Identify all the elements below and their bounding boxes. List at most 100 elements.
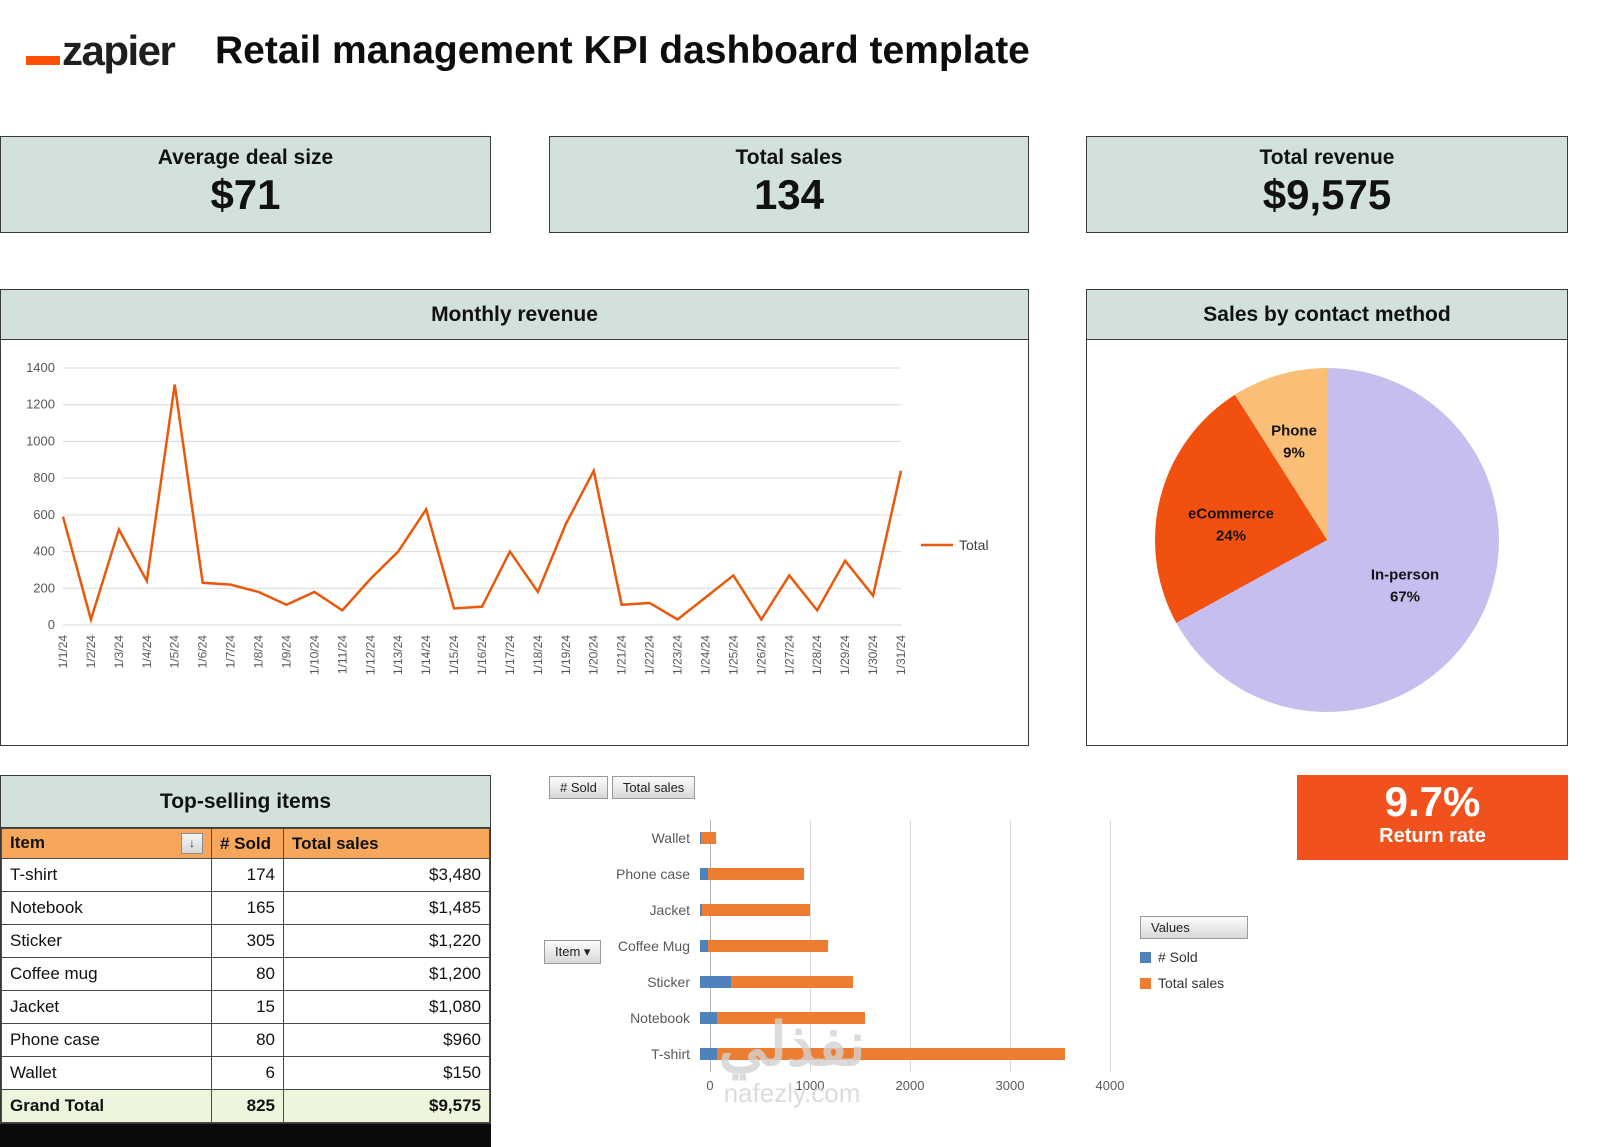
svg-text:1/12/24: 1/12/24 bbox=[363, 635, 377, 675]
sold-cell[interactable]: 6 bbox=[212, 1057, 284, 1090]
hbar-category-label: Jacket bbox=[540, 902, 700, 918]
svg-text:400: 400 bbox=[33, 544, 55, 559]
legend-items: # Sold Total sales bbox=[1140, 949, 1248, 991]
hbar-rows: Wallet Phone case Jacket Coffee Mug Sticker N… bbox=[540, 820, 1110, 1072]
pie-label-pct: 9% bbox=[1271, 442, 1317, 464]
page-title: Retail management KPI dashboard template bbox=[215, 30, 1030, 73]
pivot-sold-button[interactable]: # Sold bbox=[549, 776, 608, 799]
hbar-row-notebook: Notebook bbox=[540, 1000, 1110, 1036]
svg-text:1/8/24: 1/8/24 bbox=[252, 635, 266, 669]
svg-text:1/28/24: 1/28/24 bbox=[810, 635, 824, 675]
svg-text:0: 0 bbox=[48, 617, 55, 632]
hbar-category-label: Coffee Mug bbox=[540, 938, 700, 954]
svg-text:1/22/24: 1/22/24 bbox=[643, 635, 657, 675]
sales-cell[interactable]: $960 bbox=[284, 1024, 490, 1057]
hbar-category-label: Sticker bbox=[540, 974, 700, 990]
hbar-track bbox=[700, 976, 1100, 988]
hbar-segment--sold[interactable] bbox=[700, 976, 731, 988]
sales-cell[interactable]: $150 bbox=[284, 1057, 490, 1090]
monthly-revenue-title: Monthly revenue bbox=[1, 290, 1028, 340]
svg-text:1/26/24: 1/26/24 bbox=[754, 635, 768, 675]
hbar-row-phone-case: Phone case bbox=[540, 856, 1110, 892]
top-selling-title: Top-selling items bbox=[1, 776, 490, 828]
svg-text:600: 600 bbox=[33, 507, 55, 522]
sold-cell[interactable]: 15 bbox=[212, 991, 284, 1024]
svg-text:1/21/24: 1/21/24 bbox=[615, 635, 629, 675]
grand-total-cell[interactable]: $9,575 bbox=[284, 1090, 490, 1123]
kpi-label: Total sales bbox=[550, 146, 1028, 170]
hbar-row-jacket: Jacket bbox=[540, 892, 1110, 928]
kpi-card-average-deal-size: Average deal size $71 bbox=[0, 136, 491, 233]
hbar-segment--sold[interactable] bbox=[700, 940, 708, 952]
hbar-segment-total-sales[interactable] bbox=[717, 1012, 866, 1024]
hbar-segment-total-sales[interactable] bbox=[708, 868, 804, 880]
sort-filter-icon[interactable]: ↓ bbox=[181, 833, 203, 854]
hbar-category-label: Wallet bbox=[540, 830, 700, 846]
pie-label-text: Phone bbox=[1271, 420, 1317, 442]
sales-cell[interactable]: $3,480 bbox=[284, 859, 490, 892]
grand-total-cell[interactable]: Grand Total bbox=[2, 1090, 212, 1123]
svg-text:1/20/24: 1/20/24 bbox=[587, 635, 601, 675]
hbar-segment-total-sales[interactable] bbox=[731, 976, 853, 988]
column-header[interactable]: Total sales bbox=[284, 829, 490, 859]
legend-label: Total sales bbox=[1158, 975, 1224, 991]
item-cell[interactable]: Wallet bbox=[2, 1057, 212, 1090]
x-axis-tick: 4000 bbox=[1096, 1078, 1125, 1093]
x-axis-tick: 3000 bbox=[996, 1078, 1025, 1093]
svg-text:1/16/24: 1/16/24 bbox=[475, 635, 489, 675]
pie-label-text: eCommerce bbox=[1188, 503, 1274, 525]
svg-text:1/25/24: 1/25/24 bbox=[726, 635, 740, 675]
sold-cell[interactable]: 80 bbox=[212, 1024, 284, 1057]
pie-label-text: In-person bbox=[1371, 564, 1439, 586]
sales-cell[interactable]: $1,080 bbox=[284, 991, 490, 1024]
top-selling-panel: Top-selling items Item↓# SoldTotal sales… bbox=[0, 775, 491, 1124]
svg-text:1/23/24: 1/23/24 bbox=[671, 635, 685, 675]
legend-item: Total sales bbox=[1140, 975, 1248, 991]
svg-text:1400: 1400 bbox=[26, 360, 55, 375]
hbar-segment-total-sales[interactable] bbox=[717, 1048, 1065, 1060]
legend-item: # Sold bbox=[1140, 949, 1248, 965]
grand-total-cell[interactable]: 825 bbox=[212, 1090, 284, 1123]
item-cell[interactable]: Phone case bbox=[2, 1024, 212, 1057]
sold-cell[interactable]: 174 bbox=[212, 859, 284, 892]
item-cell[interactable]: Jacket bbox=[2, 991, 212, 1024]
item-cell[interactable]: Coffee mug bbox=[2, 958, 212, 991]
hbar-track bbox=[700, 1012, 1100, 1024]
kpi-value: $9,575 bbox=[1087, 171, 1567, 219]
svg-text:1/13/24: 1/13/24 bbox=[391, 635, 405, 675]
svg-text:1/30/24: 1/30/24 bbox=[866, 635, 880, 675]
svg-text:1/3/24: 1/3/24 bbox=[112, 635, 126, 669]
item-cell[interactable]: Notebook bbox=[2, 892, 212, 925]
pie-label-phone: Phone 9% bbox=[1271, 420, 1317, 464]
hbar-segment-total-sales[interactable] bbox=[701, 832, 716, 844]
table-header-row: Item↓# SoldTotal sales bbox=[2, 829, 490, 859]
hbar-segment-total-sales[interactable] bbox=[702, 904, 810, 916]
column-header[interactable]: Item↓ bbox=[2, 829, 212, 859]
return-rate-label: Return rate bbox=[1297, 825, 1568, 848]
hbar-segment-total-sales[interactable] bbox=[708, 940, 828, 952]
kpi-value: $71 bbox=[1, 171, 490, 219]
svg-text:1/2/24: 1/2/24 bbox=[84, 635, 98, 669]
pie-label-pct: 67% bbox=[1371, 586, 1439, 608]
item-cell[interactable]: T-shirt bbox=[2, 859, 212, 892]
sales-cell[interactable]: $1,485 bbox=[284, 892, 490, 925]
column-header[interactable]: # Sold bbox=[212, 829, 284, 859]
pivot-bar-chart-section: # Sold Total sales Item ▾ WalletPhone ca… bbox=[540, 772, 1155, 1127]
values-dropdown[interactable]: Values bbox=[1140, 916, 1248, 939]
sold-cell[interactable]: 165 bbox=[212, 892, 284, 925]
sold-cell[interactable]: 305 bbox=[212, 925, 284, 958]
sales-cell[interactable]: $1,220 bbox=[284, 925, 490, 958]
hbar-segment--sold[interactable] bbox=[700, 1012, 717, 1024]
item-cell[interactable]: Sticker bbox=[2, 925, 212, 958]
table-row: Sticker305$1,220 bbox=[2, 925, 490, 958]
table-row: Wallet6$150 bbox=[2, 1057, 490, 1090]
hbar-segment--sold[interactable] bbox=[700, 868, 708, 880]
hbar-segment--sold[interactable] bbox=[700, 1048, 717, 1060]
pivot-sales-button[interactable]: Total sales bbox=[612, 776, 695, 799]
gridline bbox=[1110, 820, 1111, 1072]
sold-cell[interactable]: 80 bbox=[212, 958, 284, 991]
x-axis-tick: 0 bbox=[706, 1078, 713, 1093]
sales-cell[interactable]: $1,200 bbox=[284, 958, 490, 991]
svg-text:1/11/24: 1/11/24 bbox=[335, 635, 349, 674]
pie-label-in-person: In-person 67% bbox=[1371, 564, 1439, 608]
